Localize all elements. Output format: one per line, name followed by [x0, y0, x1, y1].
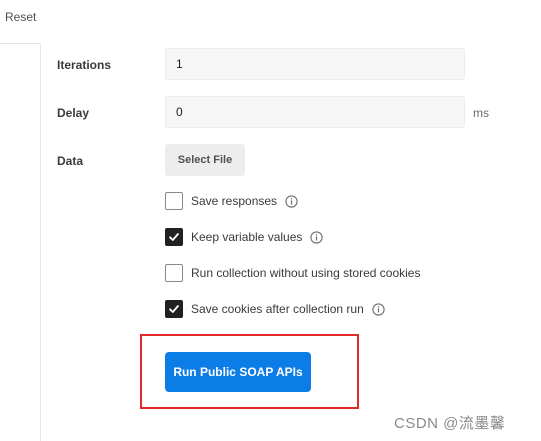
checkbox[interactable] [165, 300, 183, 318]
option-label: Run collection without using stored cook… [191, 266, 421, 280]
delay-unit: ms [473, 106, 489, 120]
checkmark-icon [169, 305, 179, 313]
collection-runner-settings: Reset Iterations Delay ms Data Select Fi… [0, 0, 541, 441]
option-save-responses[interactable]: Save responses [165, 192, 298, 210]
iterations-label: Iterations [57, 58, 112, 72]
divider [40, 44, 41, 441]
checkmark-icon [169, 233, 179, 241]
option-label: Keep variable values [191, 230, 303, 244]
info-icon[interactable] [372, 302, 385, 316]
checkbox[interactable] [165, 228, 183, 246]
reset-link[interactable]: Reset [5, 10, 36, 24]
option-keep-variable-values[interactable]: Keep variable values [165, 228, 324, 246]
option-save-cookies[interactable]: Save cookies after collection run [165, 300, 385, 318]
select-file-button[interactable]: Select File [165, 144, 245, 176]
checkbox[interactable] [165, 192, 183, 210]
watermark: CSDN @流墨馨 [394, 415, 506, 432]
delay-input[interactable] [165, 96, 465, 128]
option-label: Save responses [191, 194, 278, 208]
info-icon[interactable] [285, 194, 298, 208]
info-icon[interactable] [310, 230, 324, 244]
run-collection-button[interactable]: Run Public SOAP APIs [165, 352, 311, 392]
iterations-input[interactable] [165, 48, 465, 80]
checkbox[interactable] [165, 264, 183, 282]
option-no-stored-cookies[interactable]: Run collection without using stored cook… [165, 264, 420, 282]
data-label: Data [57, 154, 84, 168]
delay-label: Delay [57, 106, 90, 120]
divider [0, 43, 41, 44]
option-label: Save cookies after collection run [191, 302, 364, 316]
